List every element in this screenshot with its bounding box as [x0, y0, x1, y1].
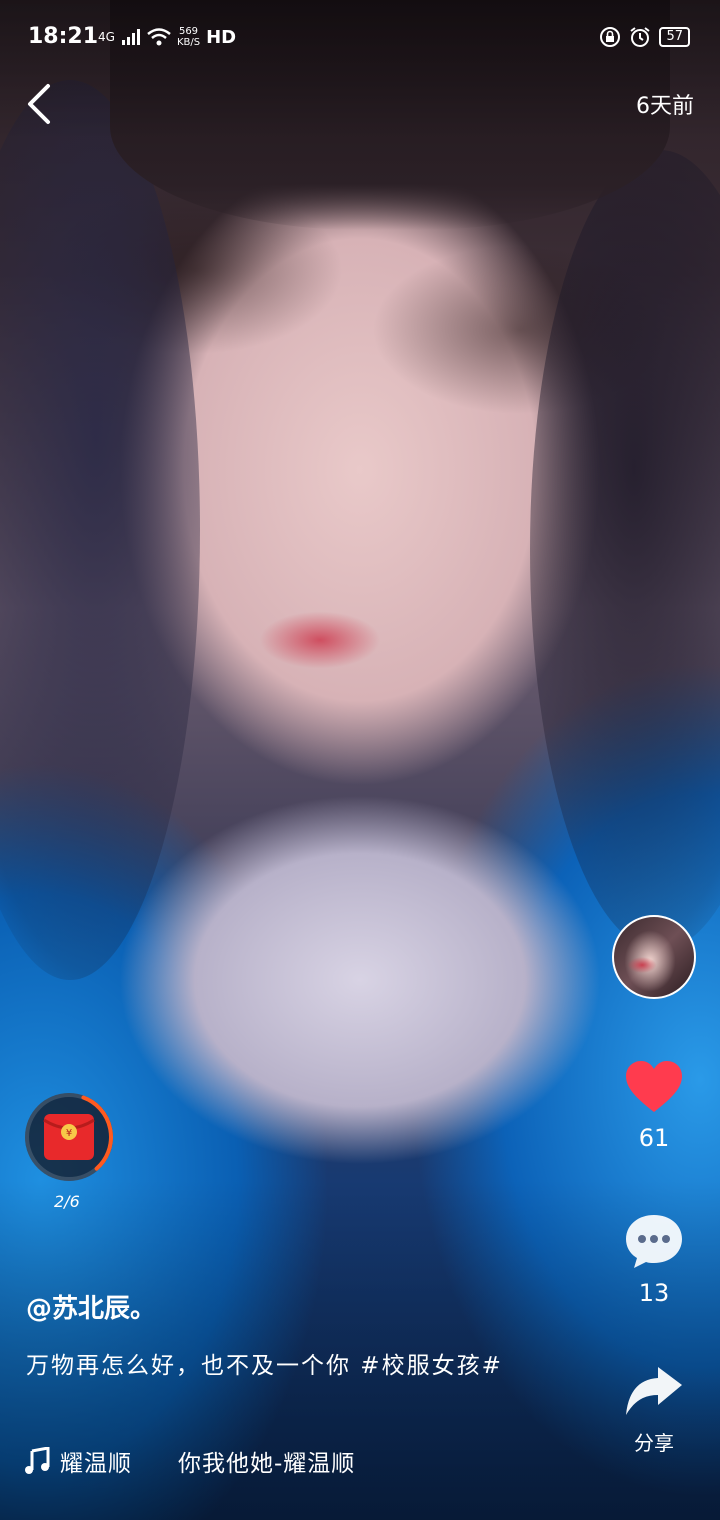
status-right-icons: 57 [599, 26, 690, 48]
rotation-lock-icon [600, 27, 621, 47]
status-left-icons: 4G 569 KB/S HD [98, 26, 236, 48]
speed-value: 569 [178, 26, 199, 37]
like-count: 61 [638, 1124, 670, 1152]
red-packet-progress-ring: ¥ [25, 1093, 113, 1181]
creator-avatar[interactable] [612, 915, 696, 999]
post-time: 6天前 [636, 94, 694, 119]
battery-indicator: 57 [659, 27, 690, 47]
caption-block: @苏北辰。 万物再怎么好，也不及一个你 #校服女孩# [26, 1288, 546, 1387]
video-description: 万物再怎么好，也不及一个你 #校服女孩# [26, 1353, 503, 1379]
wifi-icon [147, 28, 171, 46]
hd-badge: HD [206, 26, 237, 48]
author-handle[interactable]: @苏北辰。 [26, 1288, 546, 1325]
share-button[interactable]: 分享 [612, 1365, 696, 1456]
back-button[interactable] [22, 82, 62, 126]
red-envelope-icon: ¥ [43, 1114, 95, 1160]
chevron-left-icon [28, 84, 50, 124]
signal-icon [121, 29, 140, 45]
status-time: 18:21 [28, 24, 99, 49]
like-button[interactable]: 61 [612, 1060, 696, 1152]
comment-button[interactable]: 13 [612, 1213, 696, 1307]
share-label: 分享 [634, 1431, 674, 1455]
music-note-icon [25, 1447, 50, 1474]
heart-icon [626, 1061, 682, 1112]
comment-count: 13 [638, 1279, 670, 1307]
alarm-icon [630, 27, 651, 47]
video-screen[interactable]: 18:21 4G 569 KB/S HD 57 6天前 ¥ 2/6 61 13 … [0, 0, 720, 1520]
comment-icon [626, 1215, 682, 1268]
music-marquee[interactable]: 耀温顺 你我他她-耀温顺 [24, 1444, 355, 1478]
svg-text:¥: ¥ [66, 1128, 72, 1139]
network-speed: 569 KB/S [177, 26, 200, 48]
status-bar: 18:21 4G 569 KB/S HD 57 [0, 20, 720, 56]
red-packet-progress: 2/6 [54, 1192, 80, 1211]
speed-unit: KB/S [176, 37, 201, 48]
music-title: 耀温顺 [60, 1451, 132, 1477]
music-song: 你我他她-耀温顺 [178, 1451, 356, 1477]
red-packet-widget[interactable]: ¥ [22, 1090, 116, 1184]
share-icon [626, 1367, 682, 1415]
network-type: 4G [98, 30, 115, 44]
